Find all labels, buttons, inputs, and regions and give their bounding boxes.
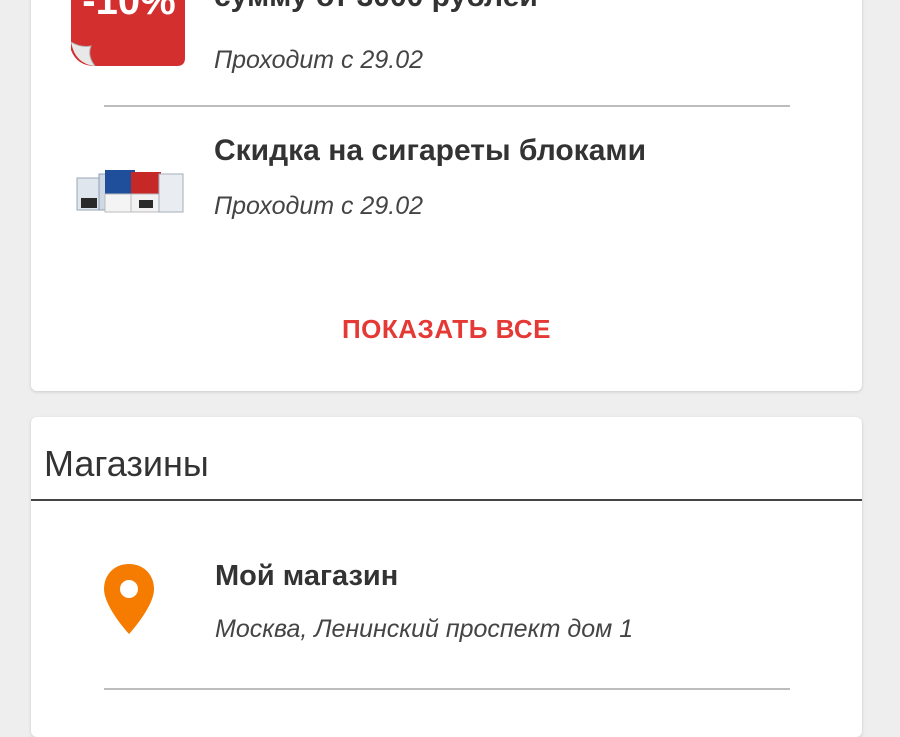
stores-card: Магазины Мой магазин Москва, Ленинский п…	[31, 417, 862, 737]
promotion-title: Скидка на сигареты блоками	[214, 134, 647, 167]
promotion-item[interactable]: -10% сумму от 3000 рублей Проходит с 29.…	[31, 0, 862, 100]
promotion-date: Проходит с 29.02	[214, 192, 423, 220]
store-address: Москва, Ленинский проспект дом 1	[215, 615, 634, 643]
stores-section-title: Магазины	[44, 443, 209, 484]
discount-badge-text: -10%	[82, 0, 175, 23]
store-item[interactable]: Мой магазин Москва, Ленинский проспект д…	[31, 557, 862, 667]
show-all-button[interactable]: ПОКАЗАТЬ ВСЕ	[31, 314, 862, 345]
store-name: Мой магазин	[215, 560, 399, 592]
location-pin-icon	[101, 562, 157, 643]
promotion-date: Проходит с 29.02	[214, 46, 423, 74]
promotions-card: -10% сумму от 3000 рублей Проходит с 29.…	[31, 0, 862, 391]
stores-header-divider	[31, 499, 862, 501]
cigarette-packs-image	[69, 150, 189, 235]
divider	[104, 688, 790, 690]
promotion-title: сумму от 3000 рублей	[214, 0, 538, 14]
promotion-item[interactable]: Скидка на сигареты блоками Проходит с 29…	[31, 130, 862, 250]
divider	[104, 105, 790, 107]
discount-sticker-icon: -10%	[69, 0, 189, 75]
